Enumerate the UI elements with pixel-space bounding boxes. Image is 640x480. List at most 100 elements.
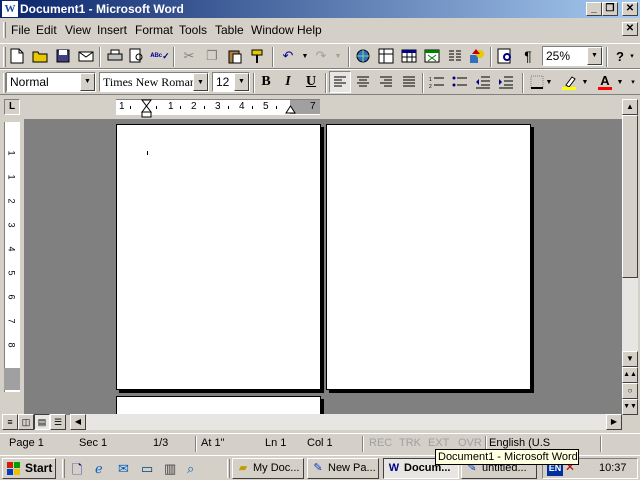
outline-view-icon[interactable]: ☰ <box>50 414 66 430</box>
menu-format[interactable]: Format <box>135 23 173 37</box>
copy-icon[interactable]: ❐ <box>201 45 223 67</box>
web-layout-view-icon[interactable]: ◫ <box>18 414 34 430</box>
previous-page-icon[interactable]: ▲▲ <box>622 367 638 383</box>
explorer-icon[interactable]: ▥ <box>164 461 176 477</box>
document-area[interactable] <box>24 119 622 426</box>
menu-insert[interactable]: Insert <box>97 23 127 37</box>
columns-icon[interactable] <box>444 45 466 67</box>
font-color-dropdown-icon[interactable]: ▼ <box>615 71 625 93</box>
ie-icon[interactable]: ℯ <box>95 461 103 477</box>
spelling-check-icon[interactable]: ᴬᴮᶜ✓ <box>149 45 171 67</box>
page-2[interactable] <box>326 124 531 390</box>
toolbar-options-icon[interactable]: ▾ <box>628 71 638 93</box>
new-document-icon[interactable] <box>6 45 28 67</box>
minimize-button[interactable]: _ <box>586 2 602 16</box>
tables-borders-icon[interactable] <box>375 45 397 67</box>
borders-dropdown-icon[interactable]: ▼ <box>544 71 554 93</box>
task-my-documents[interactable]: ▰ My Doc... <box>232 458 304 479</box>
word-app-icon[interactable]: W <box>2 1 18 17</box>
menu-grip <box>3 22 6 38</box>
highlight-dropdown-icon[interactable]: ▼ <box>580 71 590 93</box>
menu-table[interactable]: Table <box>215 23 244 37</box>
italic-button[interactable]: I <box>277 71 299 93</box>
save-disk-icon[interactable] <box>52 45 74 67</box>
menu-help[interactable]: Help <box>297 23 322 37</box>
font-color-icon[interactable]: A <box>594 71 616 93</box>
status-ext[interactable]: EXT <box>428 437 449 449</box>
standard-toolbar: ᴬᴮᶜ✓ ✂ ❐ ↶ ▼ ↷ ▼ ¶ 25% ▼ ? ▾ <box>0 43 640 69</box>
status-ovr[interactable]: OVR <box>458 437 482 449</box>
show-hide-paragraph-icon[interactable]: ¶ <box>517 45 539 67</box>
menu-edit[interactable]: Edit <box>36 23 57 37</box>
font-combo[interactable]: Times New Roman ▼ <box>99 72 209 92</box>
redo-dropdown-icon[interactable]: ▼ <box>327 45 349 67</box>
clock[interactable]: 10:37 <box>599 462 627 474</box>
tab-selector[interactable]: L <box>4 99 20 115</box>
open-folder-icon[interactable] <box>29 45 51 67</box>
align-right-icon[interactable] <box>375 71 397 93</box>
style-dropdown-icon[interactable]: ▼ <box>80 73 95 91</box>
increase-indent-icon[interactable] <box>495 71 517 93</box>
bold-button[interactable]: B <box>255 71 277 93</box>
font-color-letter: A <box>600 73 610 88</box>
vertical-scrollbar[interactable]: ▲ ▼ ▲▲ ○ ▼▼ <box>622 99 638 415</box>
vertical-ruler[interactable]: 1 1 2 3 4 5 6 7 8 <box>4 122 20 392</box>
menu-window[interactable]: Window <box>251 23 294 37</box>
restore-button[interactable]: ❐ <box>602 2 618 16</box>
hyperlink-globe-icon[interactable] <box>352 45 374 67</box>
scroll-down-icon[interactable]: ▼ <box>622 351 638 367</box>
font-size-dropdown-icon[interactable]: ▼ <box>234 73 249 91</box>
document-map-icon[interactable] <box>494 45 516 67</box>
start-button[interactable]: Start <box>2 458 56 479</box>
status-rec[interactable]: REC <box>369 437 392 449</box>
insert-table-icon[interactable] <box>398 45 420 67</box>
search-icon[interactable]: ⌕ <box>187 461 194 477</box>
title-bar: W Document1 - Microsoft Word _ ❐ ✕ <box>0 0 640 18</box>
format-painter-icon[interactable] <box>247 45 269 67</box>
scroll-thumb[interactable] <box>622 115 638 278</box>
scroll-up-icon[interactable]: ▲ <box>622 99 638 115</box>
close-button[interactable]: ✕ <box>622 2 638 16</box>
align-center-icon[interactable] <box>352 71 374 93</box>
email-icon[interactable] <box>75 45 97 67</box>
bullets-icon[interactable] <box>449 71 471 93</box>
status-trk[interactable]: TRK <box>399 437 421 449</box>
document-close-button[interactable]: ✕ <box>622 22 638 36</box>
font-dropdown-icon[interactable]: ▼ <box>193 73 208 91</box>
horizontal-scrollbar[interactable]: ◀ ▶ <box>70 414 622 430</box>
scroll-right-icon[interactable]: ▶ <box>606 414 622 430</box>
zoom-dropdown-icon[interactable]: ▼ <box>587 47 602 65</box>
toolbar-options-icon[interactable]: ▾ <box>627 45 637 67</box>
normal-view-icon[interactable]: ≡ <box>2 414 18 430</box>
font-size-combo[interactable]: 12 ▼ <box>212 72 250 92</box>
word-icon: W <box>388 462 400 474</box>
cut-icon[interactable]: ✂ <box>178 45 200 67</box>
align-left-icon[interactable] <box>329 71 351 93</box>
right-indent-marker[interactable] <box>285 104 296 114</box>
indent-markers[interactable] <box>141 99 152 119</box>
task-new-paint[interactable]: ✎ New Pa... <box>307 458 379 479</box>
paste-icon[interactable] <box>224 45 246 67</box>
drawing-icon[interactable] <box>466 45 488 67</box>
insert-excel-icon[interactable] <box>421 45 443 67</box>
menu-view[interactable]: View <box>65 23 91 37</box>
decrease-indent-icon[interactable] <box>472 71 494 93</box>
menu-tools[interactable]: Tools <box>179 23 207 37</box>
page-1[interactable] <box>116 124 321 390</box>
print-preview-icon[interactable] <box>126 45 148 67</box>
show-desktop-icon[interactable]: ▭ <box>141 461 153 477</box>
print-icon[interactable] <box>104 45 126 67</box>
zoom-combo[interactable]: 25% ▼ <box>542 46 603 66</box>
highlight-icon[interactable] <box>558 71 580 93</box>
menu-file[interactable]: File <box>11 23 30 37</box>
next-page-icon[interactable]: ▼▼ <box>622 399 638 415</box>
outlook-icon[interactable]: ✉ <box>118 461 129 477</box>
select-browse-object-icon[interactable]: ○ <box>622 383 638 399</box>
numbering-icon[interactable]: 12 <box>426 71 448 93</box>
underline-button[interactable]: U <box>300 71 322 93</box>
justify-icon[interactable] <box>398 71 420 93</box>
word-quick-launch-icon[interactable]: 🗋 <box>72 461 82 480</box>
style-combo[interactable]: Normal ▼ <box>6 72 96 92</box>
print-layout-view-icon[interactable]: ▤ <box>34 414 50 430</box>
scroll-left-icon[interactable]: ◀ <box>70 414 86 430</box>
